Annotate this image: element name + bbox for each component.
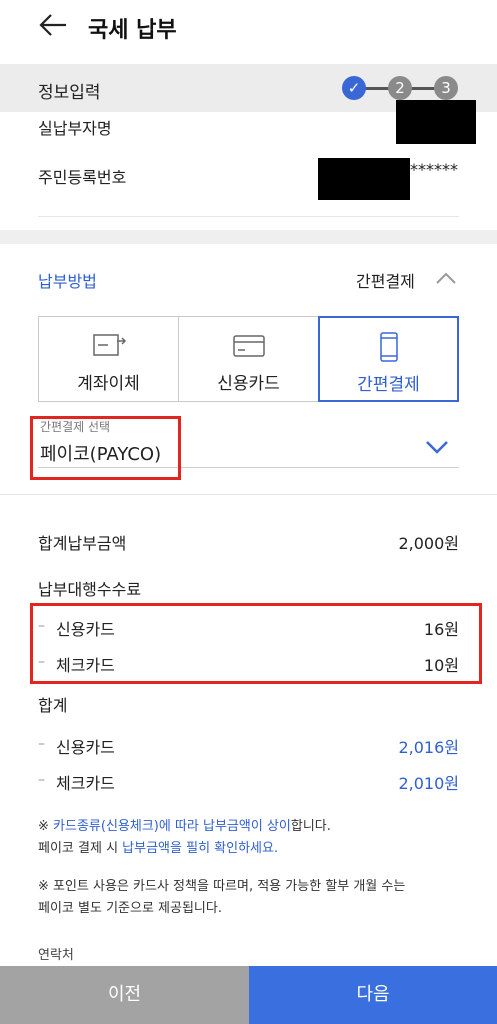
sum-credit-value: 2,016원 [398, 738, 459, 757]
payment-method-value[interactable]: 간편결제 [356, 268, 415, 292]
next-button[interactable]: 다음 [249, 966, 497, 1024]
step-3-indicator: 3 [434, 76, 458, 100]
account-transfer-icon [91, 331, 127, 363]
section-gap [0, 230, 497, 244]
contact-label: 연락처 [38, 948, 74, 963]
tab-credit-card[interactable]: 신용카드 [178, 316, 319, 402]
divider [38, 216, 459, 217]
step-label: 정보입력 [38, 83, 101, 103]
notice-2: ※ 포인트 사용은 카드사 정책을 따르며, 적용 가능한 할부 개월 수는 페… [38, 879, 406, 916]
sum-check-value: 2,010원 [398, 774, 459, 793]
sum-label: 합계 [38, 696, 68, 715]
fee-label: 납부대행수수료 [38, 580, 142, 599]
dash-bullet: – [38, 736, 45, 752]
payer-name-label: 실납부자명 [38, 119, 112, 138]
step-1-check-icon: ✓ [342, 76, 366, 100]
rrn-label: 주민등록번호 [38, 168, 127, 187]
mobile-pay-icon [371, 332, 407, 366]
fee-credit-value: 16원 [423, 620, 459, 639]
payer-name-redacted [396, 100, 476, 144]
total-amount-value: 2,000원 [398, 534, 459, 553]
dash-bullet: – [38, 772, 45, 788]
sum-check-label: 체크카드 [56, 774, 115, 793]
tab-label: 간편결제 [357, 375, 420, 395]
dash-bullet: – [38, 618, 45, 634]
dash-bullet: – [38, 654, 45, 670]
rrn-redacted [318, 158, 410, 200]
tab-label: 신용카드 [217, 374, 280, 394]
page-title: 국세 납부 [88, 18, 177, 43]
payment-tabs: 계좌이체 신용카드 간편결제 [38, 316, 459, 404]
fee-check-value: 10원 [423, 656, 459, 675]
fee-check-label: 체크카드 [56, 656, 115, 675]
back-arrow-icon[interactable] [38, 10, 68, 40]
highlight-box [30, 416, 181, 480]
notice-1: ※ 카드종류(신용체크)에 따라 납부금액이 상이합니다. 페이코 결제 시 납… [38, 819, 331, 856]
fee-credit-label: 신용카드 [56, 620, 115, 639]
payment-method-label: 납부방법 [38, 272, 97, 291]
tab-simple-pay[interactable]: 간편결제 [318, 316, 459, 402]
credit-card-icon [231, 331, 267, 363]
rrn-masked-suffix: ****** [410, 160, 458, 179]
tab-label: 계좌이체 [77, 374, 140, 394]
app-header [0, 0, 497, 56]
sum-credit-label: 신용카드 [56, 738, 115, 757]
tab-account-transfer[interactable]: 계좌이체 [38, 316, 179, 402]
total-amount-label: 합계납부금액 [38, 534, 127, 553]
step-2-indicator: 2 [388, 76, 412, 100]
chevron-up-icon[interactable] [434, 268, 458, 288]
divider [0, 494, 497, 495]
prev-button[interactable]: 이전 [0, 966, 249, 1024]
chevron-down-icon[interactable] [424, 436, 450, 458]
